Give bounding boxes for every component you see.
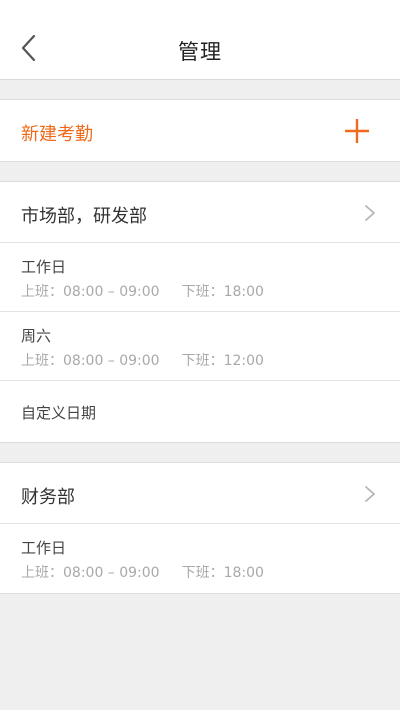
schedule-row: 工作日 上班：08:00 – 09:00 下班：18:00 bbox=[0, 524, 400, 593]
on-duty-time: 上班：08:00 – 09:00 bbox=[21, 565, 160, 581]
on-duty-time: 上班：08:00 – 09:00 bbox=[21, 353, 160, 369]
off-duty-time: 下班：18:00 bbox=[181, 284, 264, 300]
attendance-group-card: 财务部 工作日 上班：08:00 – 09:00 下班：18:00 bbox=[0, 462, 400, 594]
new-attendance-label: 新建考勤 bbox=[21, 124, 93, 145]
chevron-right-icon bbox=[365, 486, 375, 502]
page-title: 管理 bbox=[178, 40, 222, 64]
attendance-group-card: 市场部，研发部 工作日 上班：08:00 – 09:00 下班：18:00 周六 … bbox=[0, 181, 400, 443]
off-duty-time: 下班：12:00 bbox=[181, 353, 264, 369]
navigation-bar: 管理 bbox=[0, 0, 400, 80]
schedule-times: 上班：08:00 – 09:00 下班：18:00 bbox=[21, 281, 264, 301]
group-departments: 市场部，研发部 bbox=[21, 206, 147, 227]
schedule-row: 周六 上班：08:00 – 09:00 下班：12:00 bbox=[0, 312, 400, 381]
chevron-right-icon bbox=[365, 205, 375, 221]
new-attendance-row[interactable]: 新建考勤 bbox=[0, 99, 400, 162]
add-attendance-button[interactable] bbox=[344, 118, 370, 144]
schedule-row: 工作日 上班：08:00 – 09:00 下班：18:00 bbox=[0, 243, 400, 312]
group-departments: 财务部 bbox=[21, 487, 75, 508]
plus-icon bbox=[345, 119, 369, 143]
group-header-market-rd[interactable]: 市场部，研发部 bbox=[0, 182, 400, 243]
schedule-day: 工作日 bbox=[21, 539, 67, 557]
schedule-day: 周六 bbox=[21, 327, 52, 345]
schedule-times: 上班：08:00 – 09:00 下班：12:00 bbox=[21, 350, 264, 370]
custom-date-label: 自定义日期 bbox=[21, 404, 97, 422]
off-duty-time: 下班：18:00 bbox=[181, 565, 264, 581]
schedule-day: 工作日 bbox=[21, 258, 67, 276]
custom-date-row[interactable]: 自定义日期 bbox=[0, 381, 400, 442]
group-header-finance[interactable]: 财务部 bbox=[0, 463, 400, 524]
schedule-times: 上班：08:00 – 09:00 下班：18:00 bbox=[21, 562, 264, 582]
on-duty-time: 上班：08:00 – 09:00 bbox=[21, 284, 160, 300]
